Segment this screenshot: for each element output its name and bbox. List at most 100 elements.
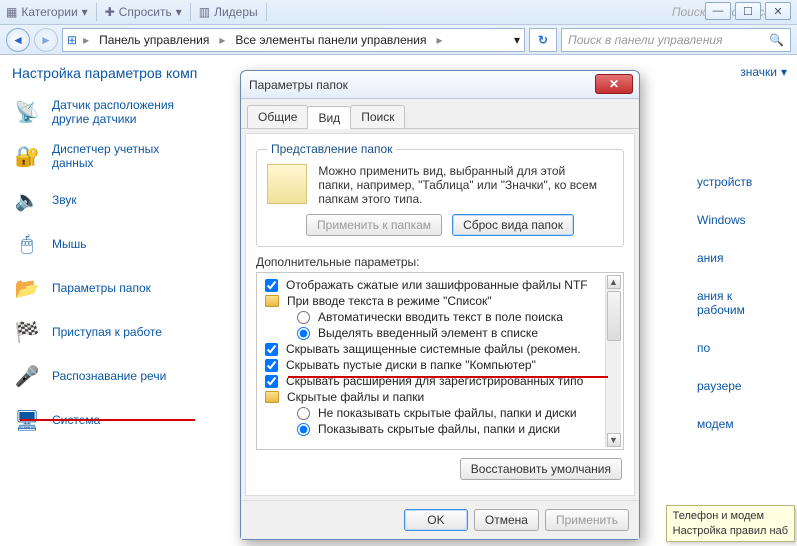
ribbon-sep <box>190 3 191 21</box>
tree-row-label: При вводе текста в режиме "Список" <box>287 294 492 308</box>
tree-row[interactable]: Выделять введенный элемент в списке <box>259 325 621 341</box>
search-placeholder: Поиск в панели управления <box>568 33 723 47</box>
tree-row[interactable]: Скрывать пустые диски в папке "Компьютер… <box>259 357 621 373</box>
tab-general[interactable]: Общие <box>247 105 308 128</box>
cpl-item-label-partial[interactable]: ания к рабочим <box>697 289 779 317</box>
tree-radio[interactable] <box>297 311 310 324</box>
tooltip-line: Телефон и модем <box>673 509 788 523</box>
dialog-title: Параметры папок <box>249 78 348 92</box>
cpl-item-label-partial[interactable]: ания <box>697 251 779 265</box>
window-buttons: — ☐ ✕ <box>705 2 791 20</box>
tab-search[interactable]: Поиск <box>350 105 405 128</box>
dialog-titlebar[interactable]: Параметры папок ✕ <box>241 71 639 99</box>
ribbon-group-ask[interactable]: ✚ Спросить ▾ <box>105 5 182 19</box>
dialog-close-button[interactable]: ✕ <box>595 74 633 94</box>
annotation-underline <box>20 419 195 421</box>
cpl-item-label: Мышь <box>52 237 87 251</box>
tree-checkbox[interactable] <box>265 359 278 372</box>
folder-icon <box>265 295 279 307</box>
advanced-settings-tree[interactable]: Отображать сжатые или зашифрованные файл… <box>256 272 624 450</box>
restore-defaults-button[interactable]: Восстановить умолчания <box>460 458 622 480</box>
tree-row[interactable]: Отображать сжатые или зашифрованные файл… <box>259 277 621 293</box>
cpl-item-icon: 🔈 <box>12 185 42 215</box>
annotation-underline <box>288 376 608 378</box>
ribbon-sep <box>96 3 97 21</box>
tree-row-label: Скрытые файлы и папки <box>287 390 424 404</box>
folder-views-group: Представление папок Можно применить вид,… <box>256 142 624 247</box>
ribbon-group-leaders[interactable]: ▥ Лидеры <box>199 5 258 19</box>
back-button[interactable]: ◄ <box>6 28 30 52</box>
tree-row[interactable]: Скрывать защищенные системные файлы (рек… <box>259 341 621 357</box>
address-bar: ◄ ► ⊞ ▸ Панель управления ▸ Все элементы… <box>0 25 797 55</box>
tree-row[interactable]: Не показывать скрытые файлы, папки и дис… <box>259 405 621 421</box>
forward-button[interactable]: ► <box>34 28 58 52</box>
chevron-right-icon[interactable]: ▸ <box>217 33 227 47</box>
tree-row-label: Скрывать пустые диски в папке "Компьютер… <box>286 358 536 372</box>
scroll-thumb[interactable] <box>607 291 621 341</box>
cpl-item-label: Звук <box>52 193 77 207</box>
dialog-footer: OK Отмена Применить <box>241 500 639 539</box>
cpl-item-icon: 🔐 <box>12 141 42 171</box>
tree-radio[interactable] <box>297 407 310 420</box>
cpl-item-label-partial[interactable]: Windows <box>697 213 779 227</box>
breadcrumb-part[interactable]: Все элементы панели управления <box>231 33 430 47</box>
tree-row[interactable]: Показывать скрытые файлы, папки и диски <box>259 421 621 437</box>
refresh-button[interactable]: ↻ <box>529 28 557 52</box>
apply-button[interactable]: Применить <box>545 509 629 531</box>
tree-row-label: Не показывать скрытые файлы, папки и дис… <box>318 406 577 420</box>
cpl-item-label: Приступая к работе <box>52 325 162 339</box>
tree-row-label: Показывать скрытые файлы, папки и диски <box>318 422 560 436</box>
tree-checkbox[interactable] <box>265 279 278 292</box>
tree-row[interactable]: Скрытые файлы и папки <box>259 389 621 405</box>
tree-row[interactable]: Автоматически вводить текст в поле поиск… <box>259 309 621 325</box>
tooltip: Телефон и модем Настройка правил наб <box>666 505 795 542</box>
search-icon[interactable]: 🔍 <box>769 33 784 47</box>
right-column-peek: устройств Windows ания ания к рабочим по рауз… <box>697 175 797 431</box>
scroll-up-button[interactable]: ▲ <box>607 275 621 289</box>
dialog-tabs: Общие Вид Поиск <box>241 99 639 129</box>
close-window-button[interactable]: ✕ <box>765 2 791 20</box>
tree-checkbox[interactable] <box>265 375 278 388</box>
ok-button[interactable]: OK <box>404 509 468 531</box>
tree-radio[interactable] <box>297 327 310 340</box>
maximize-button[interactable]: ☐ <box>735 2 761 20</box>
cpl-item-label: Параметры папок <box>52 281 151 295</box>
cpl-item-label-partial[interactable]: устройств <box>697 175 779 189</box>
tooltip-line: Настройка правил наб <box>673 524 788 538</box>
cpl-item-label-partial[interactable]: модем <box>697 417 779 431</box>
cpl-item-icon: 🏁 <box>12 317 42 347</box>
tree-row-label: Отображать сжатые или зашифрованные файл… <box>286 278 588 292</box>
breadcrumb-root-icon[interactable]: ⊞ <box>67 33 77 47</box>
view-options[interactable]: значки ▾ <box>740 65 787 79</box>
breadcrumb-dropdown-icon[interactable]: ▾ <box>514 33 520 47</box>
cpl-item-icon: 📂 <box>12 273 42 303</box>
cpl-item-icon: 📡 <box>12 97 42 127</box>
top-ribbon: ▦ Категории ▾ ✚ Спросить ▾ ▥ Лидеры Поис… <box>0 0 797 25</box>
cpl-item-label-partial[interactable]: по <box>697 341 779 355</box>
apply-to-folders-button[interactable]: Применить к папкам <box>306 214 442 236</box>
minimize-button[interactable]: — <box>705 2 731 20</box>
scroll-down-button[interactable]: ▼ <box>607 433 621 447</box>
search-input[interactable]: Поиск в панели управления 🔍 <box>561 28 791 52</box>
folder-options-dialog: Параметры папок ✕ Общие Вид Поиск Предст… <box>240 70 640 540</box>
tree-radio[interactable] <box>297 423 310 436</box>
folder-views-text: Можно применить вид, выбранный для этой … <box>318 164 598 206</box>
breadcrumb[interactable]: ⊞ ▸ Панель управления ▸ Все элементы пан… <box>62 28 525 52</box>
tree-scrollbar[interactable]: ▲ ▼ <box>605 275 621 447</box>
cancel-button[interactable]: Отмена <box>474 509 539 531</box>
chevron-right-icon[interactable]: ▸ <box>435 33 445 47</box>
tree-row-label: Выделять введенный элемент в списке <box>318 326 538 340</box>
chevron-down-icon[interactable]: ▾ <box>781 65 787 79</box>
cpl-item-label-partial[interactable]: раузере <box>697 379 779 393</box>
tree-row-label: Автоматически вводить текст в поле поиск… <box>318 310 563 324</box>
cpl-item-label: Диспетчер учетных данных <box>52 142 159 170</box>
tree-checkbox[interactable] <box>265 343 278 356</box>
tab-view[interactable]: Вид <box>307 106 351 129</box>
ribbon-sep <box>266 3 267 21</box>
reset-folder-view-button[interactable]: Сброс вида папок <box>452 214 574 236</box>
tree-row[interactable]: При вводе текста в режиме "Список" <box>259 293 621 309</box>
ribbon-group-categories[interactable]: ▦ Категории ▾ <box>6 5 88 19</box>
breadcrumb-part[interactable]: Панель управления <box>95 33 213 47</box>
view-options-label: значки <box>740 65 777 79</box>
chevron-right-icon[interactable]: ▸ <box>81 33 91 47</box>
